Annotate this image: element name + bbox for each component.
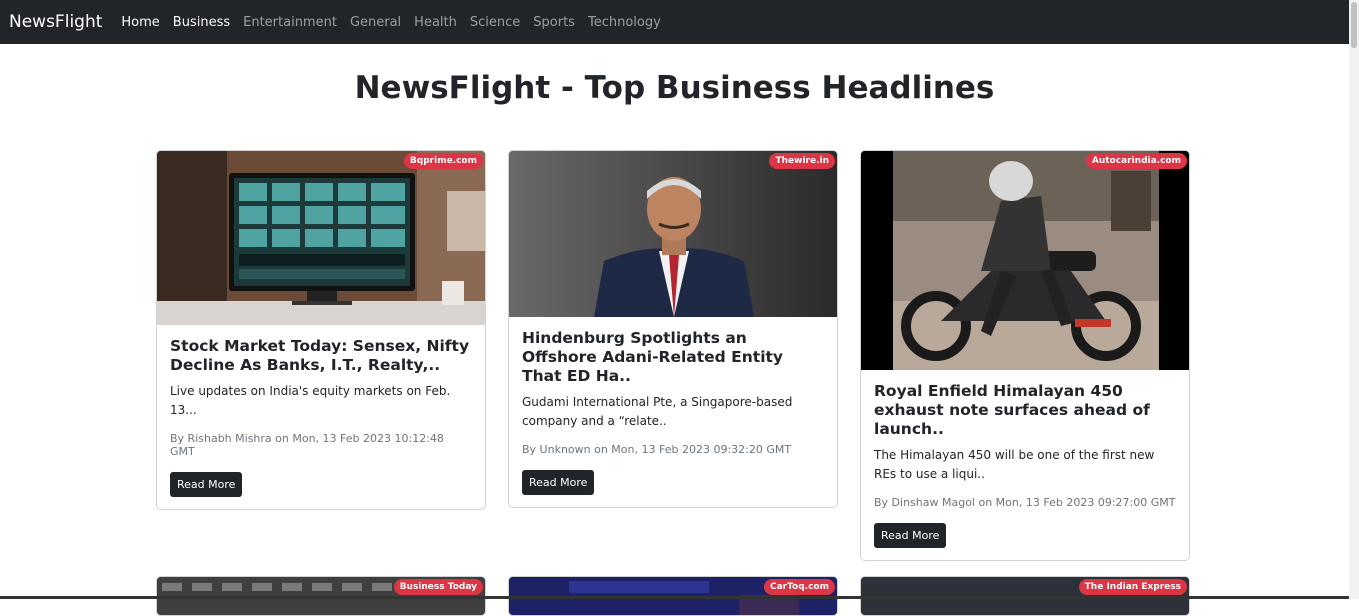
read-more-button[interactable]: Read More xyxy=(170,472,243,497)
nav-link-general[interactable]: General xyxy=(350,15,401,30)
card-meta: By Dinshaw Magol on Mon, 13 Feb 2023 09:… xyxy=(874,496,1176,509)
source-badge: Business Today xyxy=(393,579,483,595)
card-body: Stock Market Today: Sensex, Nifty Declin… xyxy=(157,325,485,509)
page-scrollbar[interactable] xyxy=(1349,0,1359,599)
nav-link-entertainment[interactable]: Entertainment xyxy=(243,15,337,30)
source-badge: Autocarindia.com xyxy=(1085,153,1187,169)
source-badge: Thewire.in xyxy=(769,153,835,169)
scrollbar-thumb[interactable] xyxy=(1351,2,1357,48)
card-description: Live updates on India's equity markets o… xyxy=(170,384,451,417)
card-meta: By Rishabh Mishra on Mon, 13 Feb 2023 10… xyxy=(170,432,444,458)
news-image-portrait: Thewire.in xyxy=(509,151,837,317)
source-badge: Bqprime.com xyxy=(403,153,483,169)
source-badge: The Indian Express xyxy=(1078,579,1187,595)
news-card: Bqprime.com Stock Market Today: Sensex, … xyxy=(156,150,486,510)
navbar: NewsFlight Home Business Entertainment G… xyxy=(0,0,1349,44)
card-description: Gudami International Pte, a Singapore-ba… xyxy=(522,395,793,428)
card-title: Stock Market Today: Sensex, Nifty Declin… xyxy=(170,337,470,374)
read-more-button[interactable]: Read More xyxy=(522,470,595,495)
brand-logo[interactable]: NewsFlight xyxy=(9,12,102,32)
news-card: Thewire.in Hindenburg Spotlights an Offs… xyxy=(508,150,838,508)
portrait-illustration xyxy=(509,151,837,317)
card-title: Hindenburg Spotlights an Offshore Adani-… xyxy=(522,329,784,385)
stock-monitor-illustration xyxy=(157,151,485,325)
card-body: Royal Enfield Himalayan 450 exhaust note… xyxy=(861,370,1189,560)
page-title: NewsFlight - Top Business Headlines xyxy=(354,70,995,106)
read-more-button[interactable]: Read More xyxy=(874,523,947,548)
nav-link-home[interactable]: Home xyxy=(121,15,159,30)
news-image-stock-monitor: Bqprime.com xyxy=(157,151,485,325)
source-badge: CarToq.com xyxy=(763,579,835,595)
nav-link-science[interactable]: Science xyxy=(470,15,520,30)
card-title: Royal Enfield Himalayan 450 exhaust note… xyxy=(874,382,1150,438)
card-body: Hindenburg Spotlights an Offshore Adani-… xyxy=(509,317,837,507)
card-meta: By Unknown on Mon, 13 Feb 2023 09:32:20 … xyxy=(522,443,792,456)
card-description: The Himalayan 450 will be one of the fir… xyxy=(874,448,1155,481)
nav-link-health[interactable]: Health xyxy=(414,15,457,30)
nav-link-sports[interactable]: Sports xyxy=(533,15,575,30)
news-card: Autocarindia.com Royal Enfield Himalayan… xyxy=(860,150,1190,561)
motorcycle-illustration xyxy=(861,151,1189,370)
news-image-motorcycle: Autocarindia.com xyxy=(861,151,1189,370)
nav-link-technology[interactable]: Technology xyxy=(588,15,661,30)
nav-link-business[interactable]: Business xyxy=(173,15,230,30)
